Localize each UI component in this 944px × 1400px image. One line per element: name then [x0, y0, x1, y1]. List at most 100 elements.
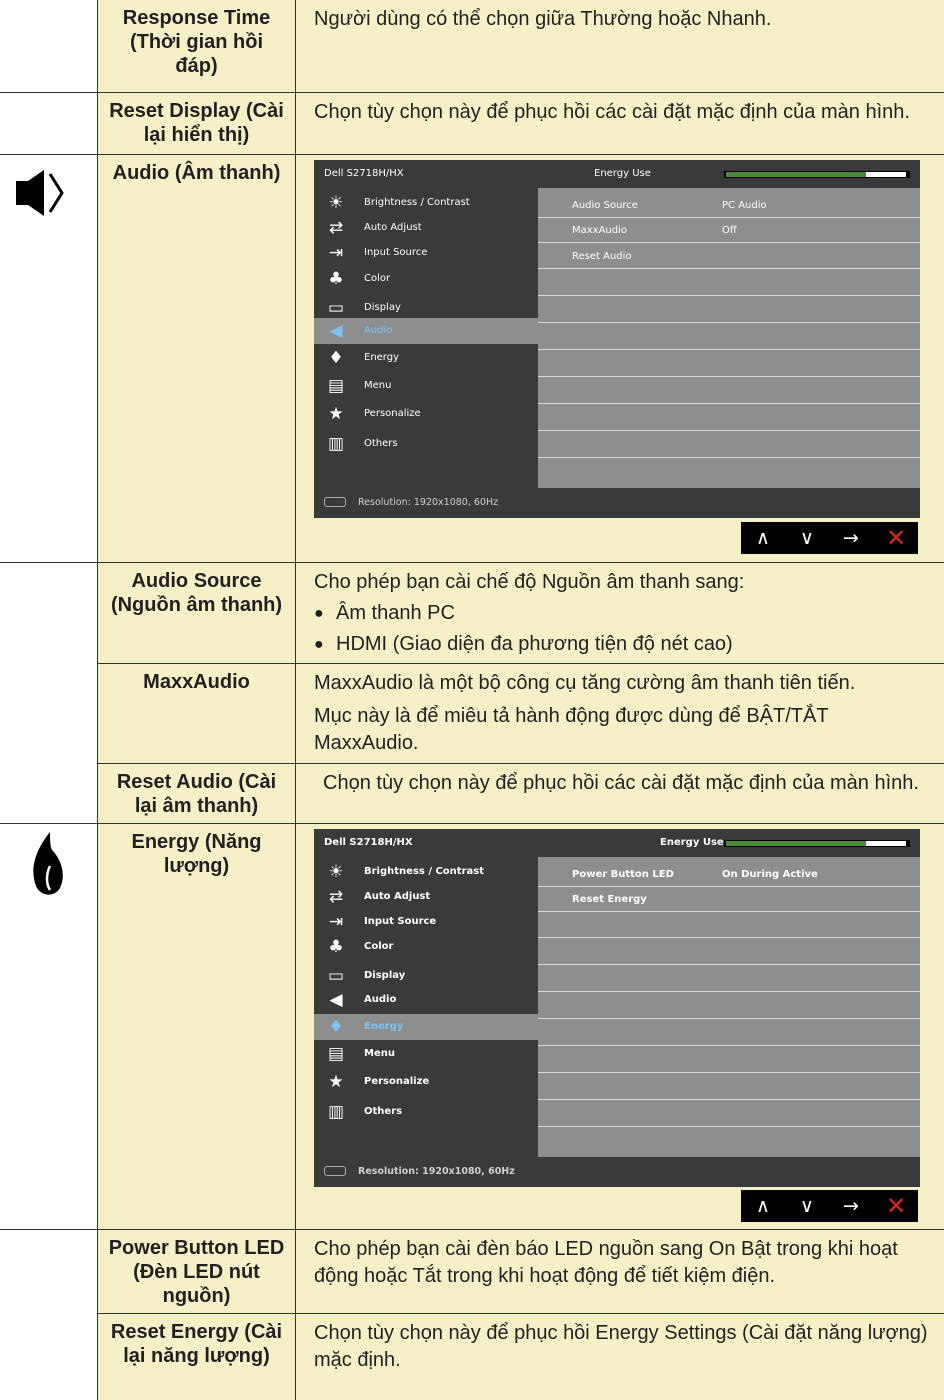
menu-label: Audio — [364, 994, 397, 1005]
audio-icon: ◀ — [329, 990, 343, 1010]
enter-button[interactable]: → — [829, 1190, 873, 1222]
star-icon: ★ — [328, 1072, 344, 1092]
row-description: Chọn tùy chọn này để phục hồi Energy Set… — [296, 1314, 944, 1400]
menu-item-audio[interactable]: ◀ Audio — [314, 987, 538, 1013]
down-button[interactable]: ∨ — [785, 1190, 829, 1222]
divider — [538, 937, 920, 938]
desc-text: Cho phép bạn cài chế độ Nguồn âm thanh s… — [314, 571, 745, 593]
row-description: Cho phép bạn cài đèn báo LED nguồn sang … — [296, 1230, 944, 1314]
menu-item-auto-adjust[interactable]: ⇄ Auto Adjust — [314, 884, 538, 910]
up-button[interactable]: ∧ — [741, 1190, 785, 1222]
osd-audio: Dell S2718H/HX Energy Use ☀ Brightness / … — [314, 160, 920, 518]
icon-cell — [0, 764, 98, 824]
exit-button[interactable]: ✕ — [874, 1190, 918, 1222]
energy-marker — [866, 841, 906, 846]
audio-icon: ◀ — [329, 321, 343, 341]
row-label: Reset Energy (Cài lại năng lượng) — [98, 1314, 296, 1400]
row-audio-source: Audio Source (Nguồn âm thanh) Cho phép b… — [0, 563, 944, 664]
input-source-icon: ⇥ — [328, 912, 344, 932]
menu-label: Color — [364, 273, 391, 284]
divider — [538, 1018, 920, 1019]
maxxaudio-item[interactable]: MaxxAudio — [572, 225, 627, 236]
exit-button[interactable]: ✕ — [874, 522, 918, 554]
icon-cell — [0, 93, 98, 155]
menu-item-energy[interactable]: ♦ Energy — [314, 345, 538, 371]
menu-item-auto-adjust[interactable]: ⇄ Auto Adjust — [314, 215, 538, 241]
down-button[interactable]: ∨ — [785, 522, 829, 554]
divider — [538, 1072, 920, 1073]
divider — [538, 217, 920, 218]
osd-submenu: Audio Source PC Audio MaxxAudio Off Rese… — [538, 188, 920, 488]
others-icon: ▥ — [327, 1102, 345, 1122]
bullet-item: ● Âm thanh PC — [314, 600, 928, 627]
menu-item-energy[interactable]: ♦ Energy — [314, 1014, 538, 1040]
menu-icon: ▤ — [327, 376, 345, 396]
power-button-led-value: On During Active — [722, 869, 818, 880]
menu-label: Color — [364, 941, 394, 952]
up-button[interactable]: ∧ — [741, 522, 785, 554]
icon-cell — [0, 824, 98, 1230]
input-source-icon: ⇥ — [328, 243, 344, 263]
menu-item-color[interactable]: ♣ Color — [314, 266, 538, 292]
osd-footer: Resolution: 1920x1080, 60Hz — [314, 488, 920, 518]
desc-text: Chọn tùy chọn này để phục hồi các cài đặ… — [323, 772, 919, 794]
resolution-text: Resolution: 1920x1080, 60Hz — [358, 497, 499, 508]
audio-source-item[interactable]: Audio Source — [572, 200, 638, 211]
energy-fill — [726, 172, 868, 177]
menu-label: Menu — [364, 380, 392, 391]
energy-icon: ♦ — [328, 348, 344, 368]
menu-label: Auto Adjust — [364, 222, 422, 233]
divider — [538, 403, 920, 404]
divider — [538, 911, 920, 912]
desc-text: MaxxAudio là một bộ công cụ tăng cường â… — [314, 672, 856, 694]
power-button-led-item[interactable]: Power Button LED — [572, 869, 674, 880]
menu-item-display[interactable]: ▭ Display — [314, 963, 538, 989]
energy-use-meter — [724, 840, 910, 847]
row-description: Người dùng có thể chọn giữa Thường hoặc … — [296, 0, 944, 93]
energy-marker — [866, 172, 906, 177]
enter-button[interactable]: → — [829, 522, 873, 554]
bullet-dot: ● — [314, 605, 324, 622]
menu-item-input-source[interactable]: ⇥ Input Source — [314, 240, 538, 266]
icon-cell — [0, 1230, 98, 1314]
menu-label: Others — [364, 438, 398, 449]
divider — [538, 430, 920, 431]
reset-audio-item[interactable]: Reset Audio — [572, 251, 632, 262]
maxxaudio-value: Off — [722, 225, 737, 236]
menu-label: Menu — [364, 1048, 395, 1059]
bullet-dot: ● — [314, 636, 324, 653]
others-icon: ▥ — [327, 434, 345, 454]
row-label: Reset Display (Cài lại hiển thị) — [98, 93, 296, 155]
desc-text: Chọn tùy chọn này để phục hồi Energy Set… — [314, 1322, 928, 1371]
divider — [538, 349, 920, 350]
desc-text: Mục này là để miêu tả hành động được dùn… — [314, 705, 829, 754]
menu-item-input-source[interactable]: ⇥ Input Source — [314, 909, 538, 935]
menu-item-brightness[interactable]: ☀ Brightness / Contrast — [314, 859, 538, 885]
row-label: MaxxAudio — [98, 664, 296, 764]
osd-submenu: Power Button LED On During Active Reset … — [538, 857, 920, 1157]
divider — [538, 964, 920, 965]
menu-item-personalize[interactable]: ★ Personalize — [314, 401, 538, 427]
divider — [538, 1045, 920, 1046]
divider — [538, 1099, 920, 1100]
menu-item-color[interactable]: ♣ Color — [314, 934, 538, 960]
menu-item-menu[interactable]: ▤ Menu — [314, 373, 538, 399]
menu-item-others[interactable]: ▥ Others — [314, 431, 538, 457]
menu-item-brightness[interactable]: ☀ Brightness / Contrast — [314, 190, 538, 216]
bullet-text: Âm thanh PC — [336, 602, 455, 624]
icon-cell — [0, 664, 98, 764]
divider — [538, 295, 920, 296]
divider — [538, 376, 920, 377]
menu-label: Brightness / Contrast — [364, 197, 470, 208]
osd-footer: Resolution: 1920x1080, 60Hz — [314, 1157, 920, 1187]
menu-item-personalize[interactable]: ★ Personalize — [314, 1069, 538, 1095]
menu-item-audio[interactable]: ◀ Audio — [314, 318, 538, 344]
menu-item-others[interactable]: ▥ Others — [314, 1099, 538, 1125]
row-label: Reset Audio (Cài lại âm thanh) — [98, 764, 296, 824]
reset-energy-item[interactable]: Reset Energy — [572, 894, 647, 905]
display-icon: ▭ — [327, 966, 345, 986]
menu-label: Input Source — [364, 916, 437, 927]
bullet-text: HDMI (Giao diện đa phương tiện độ nét ca… — [336, 633, 733, 655]
menu-item-menu[interactable]: ▤ Menu — [314, 1041, 538, 1067]
menu-label: Energy — [364, 352, 400, 363]
